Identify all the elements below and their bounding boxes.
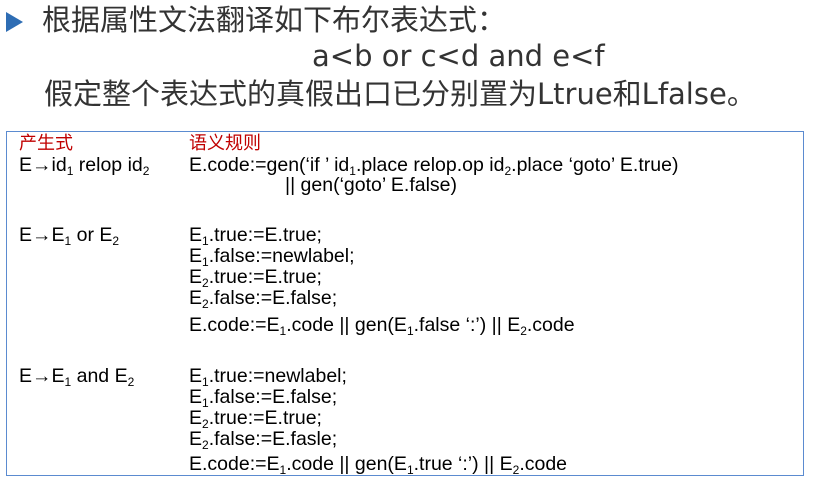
grammar-table: 产生式 语义规则 E→id1 relop id2 E.code:=gen(‘if…	[6, 131, 804, 476]
heading-line-3: 假定整个表达式的真假出口已分别置为Ltrue和Lfalse。	[44, 77, 756, 111]
bullet-triangle-icon	[6, 12, 23, 32]
rule-line: E1.false:=newlabel;	[189, 245, 355, 269]
rule-line: E1.true:=E.true;	[189, 224, 322, 248]
rule-line: E2.true:=E.true;	[189, 407, 322, 431]
rule-line: E.code:=gen(‘if ’ id1.place relop.op id2…	[189, 154, 679, 178]
production-relop: E→id1 relop id2	[19, 154, 150, 178]
production-or: E→E1 or E2	[19, 224, 120, 248]
boolean-expression: a<b or c<d and e<f	[312, 39, 605, 73]
rule-line: E1.false:=E.false;	[189, 386, 338, 410]
production-and: E→E1 and E2	[19, 365, 135, 389]
rule-line: E2.false:=E.fasle;	[189, 428, 338, 452]
heading-line-1: 根据属性文法翻译如下布尔表达式：	[42, 3, 507, 37]
rule-line: E.code:=E1.code || gen(E1.false ‘:’) || …	[189, 314, 575, 338]
header-semantic-rules: 语义规则	[189, 133, 261, 154]
header-production: 产生式	[19, 133, 73, 154]
rule-line: E2.true:=E.true;	[189, 266, 322, 290]
rule-line: E2.false:=E.false;	[189, 287, 338, 311]
rule-line: || gen(‘goto’ E.false)	[285, 174, 457, 196]
rule-line: E1.true:=newlabel;	[189, 365, 347, 389]
rule-line: E.code:=E1.code || gen(E1.true ‘:’) || E…	[189, 453, 568, 477]
